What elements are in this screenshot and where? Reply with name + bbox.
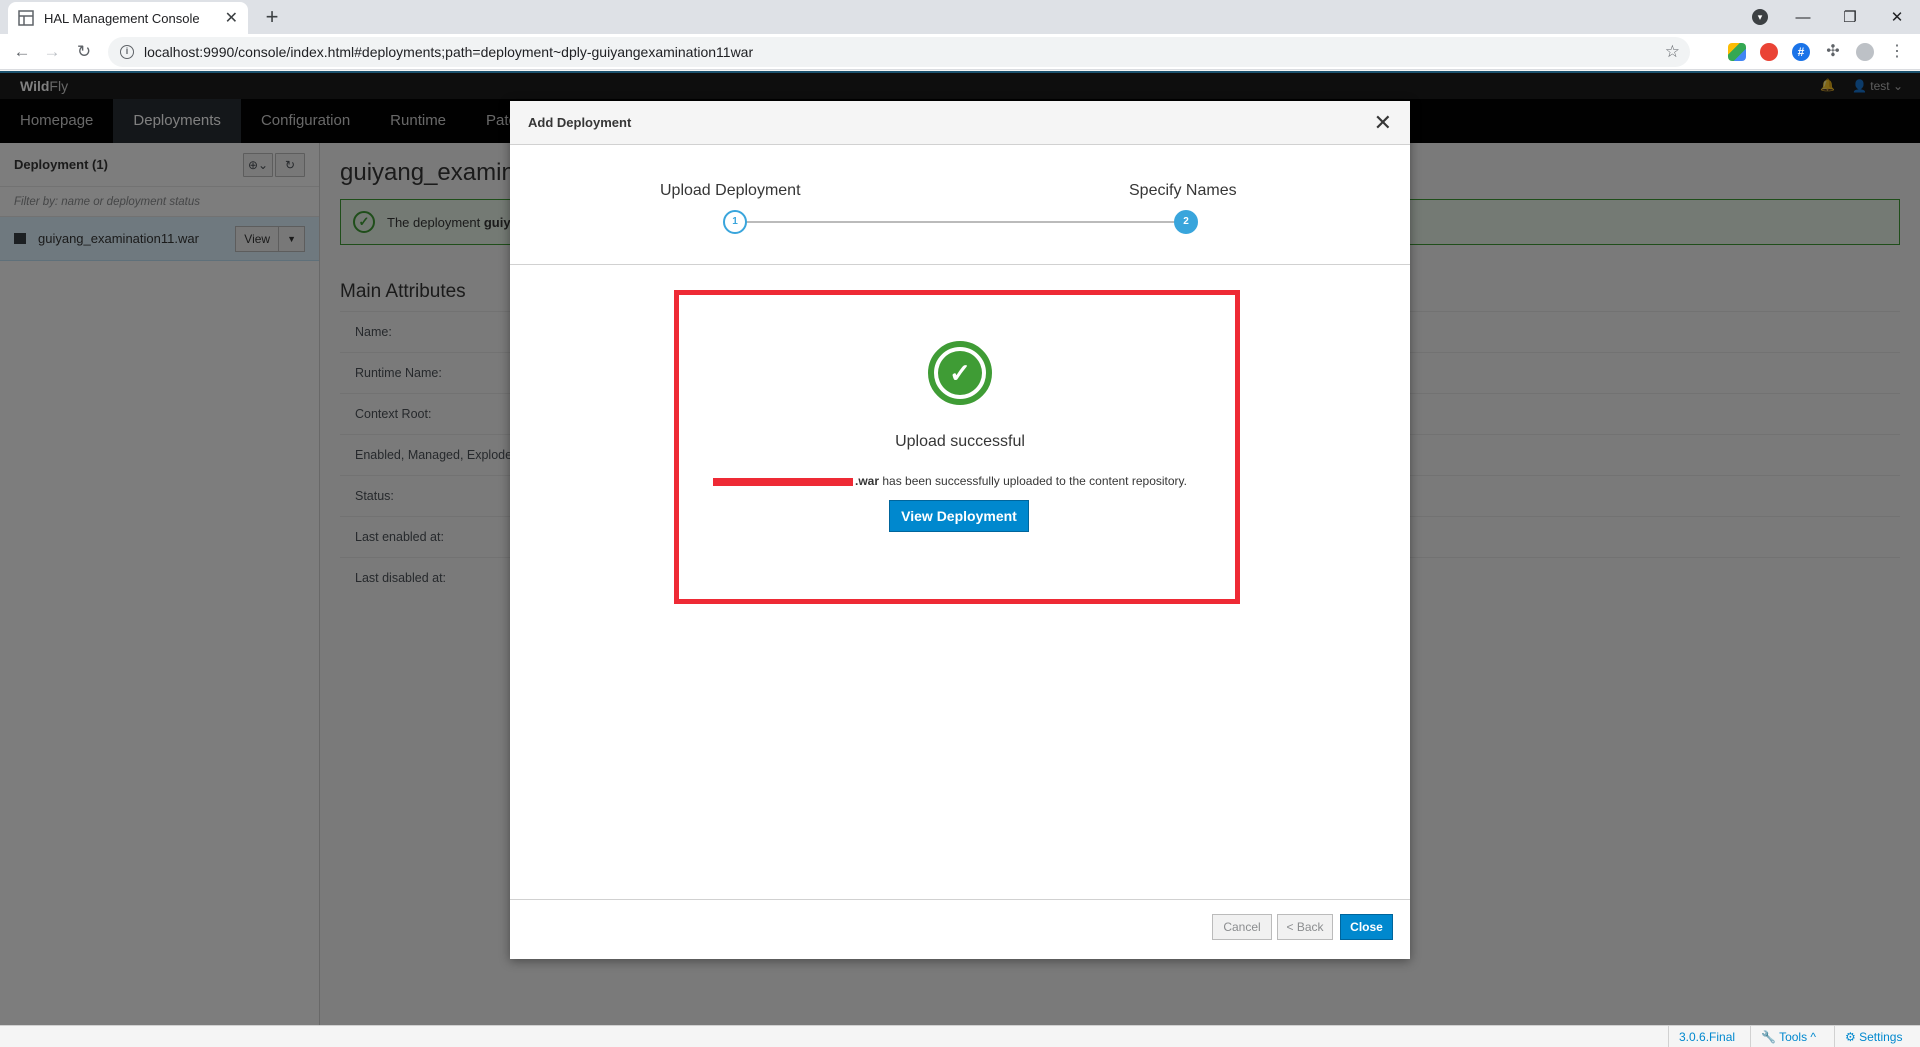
- restore-button[interactable]: ❐: [1827, 0, 1873, 34]
- footer-status-bar: 3.0.6.Final 🔧 Tools ^ ⚙ Settings: [0, 1025, 1920, 1047]
- dialog-title: Add Deployment: [528, 115, 632, 130]
- close-icon[interactable]: ✕: [1374, 111, 1392, 133]
- view-deployment-button[interactable]: View Deployment: [889, 500, 1029, 532]
- address-bar: ← → ↻ i localhost:9990/console/index.htm…: [0, 34, 1920, 70]
- wizard-progress-line: [735, 221, 1186, 223]
- close-window-button[interactable]: ✕: [1874, 0, 1920, 34]
- browser-tab-bar: HAL Management Console ✕ + ▾ — ❐ ✕: [0, 0, 1920, 34]
- add-deployment-dialog: Add Deployment ✕ Upload Deployment Speci…: [510, 101, 1410, 959]
- tab-title: HAL Management Console: [44, 10, 200, 26]
- extension-hash-icon[interactable]: #: [1792, 43, 1810, 61]
- bookmark-star-icon[interactable]: ☆: [1665, 42, 1680, 62]
- success-title: Upload successful: [895, 433, 1025, 450]
- redacted-filename: [713, 477, 853, 486]
- step-names-label: Specify Names: [1129, 182, 1237, 199]
- dialog-footer: Cancel < Back Close: [510, 899, 1410, 959]
- site-info-icon[interactable]: i: [120, 45, 134, 59]
- success-message: .war has been successfully uploaded to t…: [713, 474, 1187, 488]
- back-arrow-icon[interactable]: ←: [10, 40, 34, 64]
- extension-color-icon[interactable]: [1728, 43, 1746, 61]
- step-1-indicator: 1: [723, 210, 747, 234]
- close-button[interactable]: Close: [1340, 914, 1393, 940]
- dialog-header: Add Deployment ✕: [510, 101, 1410, 145]
- cancel-button[interactable]: Cancel: [1212, 914, 1272, 940]
- settings-link[interactable]: ⚙ Settings: [1834, 1026, 1912, 1047]
- success-check-icon: ✓: [928, 341, 992, 405]
- extension-infinity-icon[interactable]: [1760, 43, 1778, 61]
- profile-avatar-icon[interactable]: [1856, 43, 1874, 61]
- browser-tab[interactable]: HAL Management Console ✕: [8, 2, 248, 34]
- page-favicon-icon: [18, 10, 34, 26]
- forward-arrow-icon[interactable]: →: [40, 40, 64, 64]
- tools-menu[interactable]: 🔧 Tools ^: [1750, 1026, 1826, 1047]
- step-2-indicator: 2: [1174, 210, 1198, 234]
- minimize-button[interactable]: —: [1780, 0, 1826, 34]
- wizard-steps: Upload Deployment Specify Names: [510, 145, 1410, 265]
- back-button[interactable]: < Back: [1277, 914, 1333, 940]
- profile-dropdown-icon[interactable]: ▾: [1752, 9, 1768, 25]
- step-upload-label: Upload Deployment: [660, 182, 801, 199]
- extensions-puzzle-icon[interactable]: ✣: [1824, 43, 1842, 61]
- url-field[interactable]: i localhost:9990/console/index.html#depl…: [108, 37, 1690, 67]
- new-tab-button[interactable]: +: [258, 4, 286, 32]
- url-text: localhost:9990/console/index.html#deploy…: [144, 44, 754, 60]
- reload-icon[interactable]: ↻: [72, 40, 96, 64]
- browser-menu-icon[interactable]: ⋮: [1888, 43, 1906, 61]
- version-link[interactable]: 3.0.6.Final: [1668, 1026, 1745, 1047]
- close-tab-icon[interactable]: ✕: [225, 8, 238, 28]
